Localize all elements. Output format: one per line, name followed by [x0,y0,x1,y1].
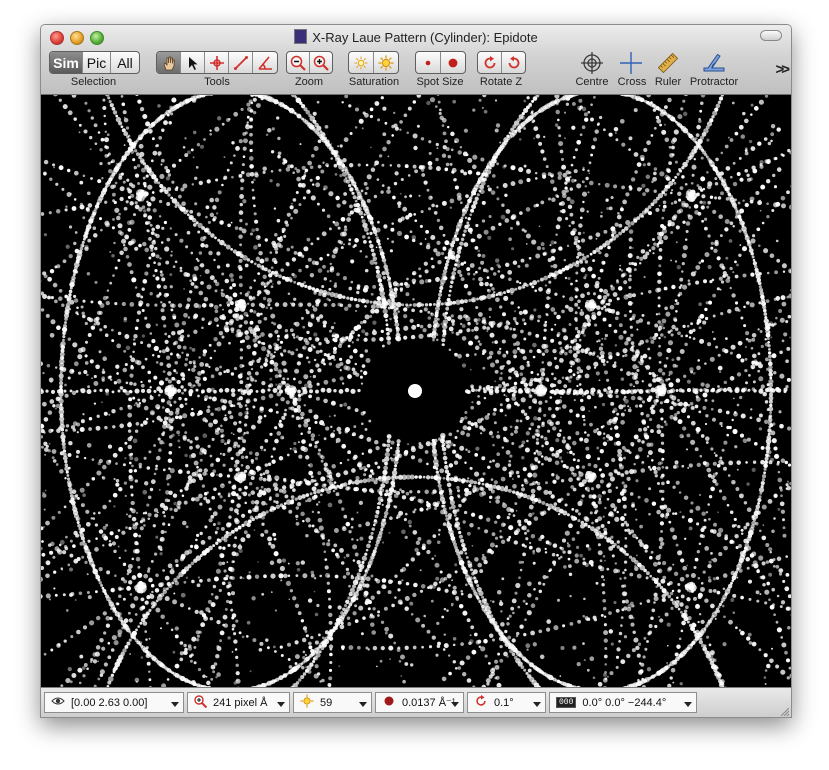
cross-icon [620,52,642,74]
spot-small-icon [425,60,431,65]
rotate-anticlockwise-button[interactable] [502,52,525,73]
tools-group [156,51,278,74]
window-title-text: X-Ray Laue Pattern (Cylinder): Epidote [312,30,538,45]
saturation-value: 59 [320,696,333,709]
rotate-clockwise-button[interactable] [478,52,502,73]
spot-size-segmented [415,51,466,74]
saturation-group [348,51,399,74]
cross-label: Cross [617,76,647,88]
laue-pattern-image [41,88,791,694]
zoom-in-button[interactable] [310,52,332,73]
zoom-out-button[interactable] [287,52,310,73]
selection-sim-button[interactable]: Sim [50,52,83,73]
chevron-down-icon [451,702,459,707]
chevron-down-icon [533,702,541,707]
rotate-icon [474,694,488,711]
zoom-in-icon [313,55,329,71]
chevron-down-icon [359,702,367,707]
spot-large-icon [448,58,458,67]
arrow-pointer-icon [188,56,197,70]
protractor-label: Protractor [689,76,739,88]
magnifier-icon [194,694,208,711]
angle-measure-icon [258,55,272,70]
orientation-value: 0.0° 0.0° −244.4° [582,696,667,709]
line-measure-icon [233,55,248,70]
saturation-high-icon [378,55,394,70]
centre-target-icon [581,52,603,74]
rotate-clockwise-icon [484,55,495,68]
orientation-badge-icon: 000 [556,697,577,708]
cross-button[interactable] [620,52,642,79]
rotate-z-group [477,51,526,74]
eye-icon [51,696,65,709]
saturation-field[interactable]: 59 [293,692,372,713]
centre-button[interactable] [581,52,603,79]
chevron-down-icon [171,702,179,707]
spot-size-field[interactable]: 0.0137 Å⁻¹ [375,692,464,713]
spot-size-label: Spot Size [416,76,464,88]
line-tool-button[interactable] [229,52,253,73]
statusbar: [0.00 2.63 0.00] 241 pixel Å 59 0.0137 Å… [41,687,791,717]
titlebar: X-Ray Laue Pattern (Cylinder): Epidote S… [41,25,791,95]
rotate-z-label: Rotate Z [479,76,523,88]
window-title: X-Ray Laue Pattern (Cylinder): Epidote [41,29,791,45]
centre-label: Centre [575,76,609,88]
protractor-button[interactable] [702,52,726,79]
resize-grip-icon[interactable] [779,706,789,716]
pointer-tool-button[interactable] [181,52,205,73]
saturation-increase-button[interactable] [374,52,398,73]
hand-tool-button[interactable] [157,52,181,73]
tools-segmented [156,51,278,74]
laue-pattern-canvas[interactable] [41,88,791,694]
rotate-anticlockwise-icon [508,55,519,68]
zoom-label: Zoom [294,76,324,88]
toolbar-toggle-button[interactable] [760,30,782,41]
chevron-down-icon [277,702,285,707]
view-direction-value: [0.00 2.63 0.00] [71,696,148,709]
saturation-label: Saturation [348,76,400,88]
spot-icon [382,694,396,711]
selection-segmented: Sim Pic All [49,51,140,74]
document-icon [294,29,308,44]
saturation-low-icon [354,56,368,69]
zoom-group [286,51,333,74]
rotate-z-segmented [477,51,526,74]
chevron-down-icon [684,702,692,707]
move-crosshair-icon [209,55,224,70]
scale-value: 241 pixel Å [213,696,268,709]
protractor-icon [703,53,725,72]
toolbar-overflow-button[interactable]: >> [775,61,789,78]
saturation-decrease-button[interactable] [349,52,374,73]
view-direction-field[interactable]: [0.00 2.63 0.00] [44,692,184,713]
scale-field[interactable]: 241 pixel Å [187,692,290,713]
orientation-field[interactable]: 000 0.0° 0.0° −244.4° [549,692,697,713]
angle-tool-button[interactable] [253,52,277,73]
sun-icon [300,694,314,711]
hand-icon [163,56,175,70]
selection-group: Sim Pic All [49,51,140,74]
selection-all-button[interactable]: All [111,52,139,73]
tools-label: Tools [204,76,230,88]
spot-size-value: 0.0137 Å⁻¹ [402,697,456,709]
ruler-label: Ruler [654,76,682,88]
spot-size-increase-button[interactable] [441,52,465,73]
spot-size-decrease-button[interactable] [416,52,441,73]
zoom-segmented [286,51,333,74]
selection-label: Selection [70,76,117,88]
ruler-icon [657,52,679,74]
ruler-button[interactable] [657,52,679,79]
rotation-step-value: 0.1° [494,696,514,709]
spot-size-group [415,51,466,74]
app-window: X-Ray Laue Pattern (Cylinder): Epidote S… [40,24,792,718]
saturation-segmented [348,51,399,74]
selection-pic-button[interactable]: Pic [83,52,111,73]
zoom-out-icon [290,55,306,71]
move-tool-button[interactable] [205,52,229,73]
rotation-step-field[interactable]: 0.1° [467,692,546,713]
